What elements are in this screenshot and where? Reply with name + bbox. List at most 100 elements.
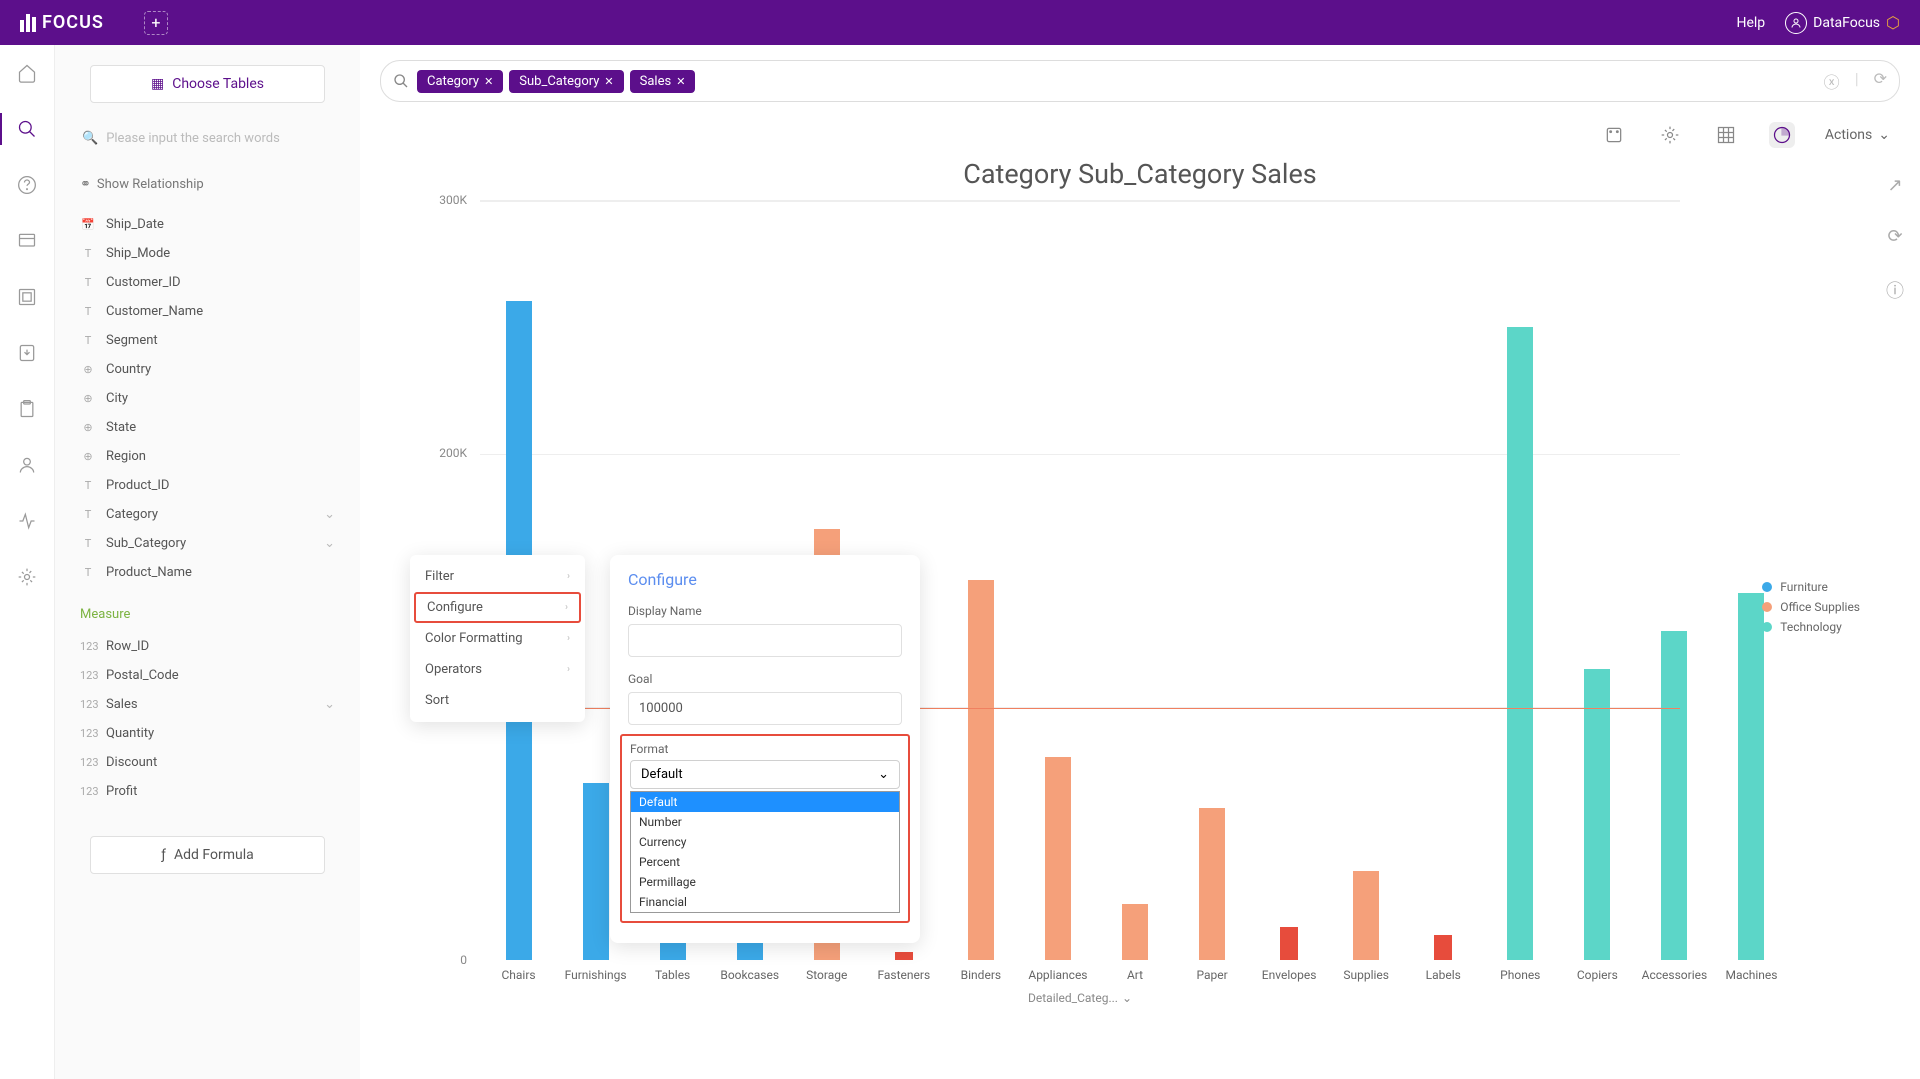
query-search-icon[interactable] bbox=[393, 73, 409, 89]
nav-user-icon[interactable] bbox=[14, 452, 40, 478]
format-selected-value: Default bbox=[641, 767, 683, 782]
field-type-icon: 123 bbox=[80, 785, 96, 798]
field-item[interactable]: TCustomer_Name bbox=[70, 297, 345, 326]
chart-type-icon[interactable] bbox=[1769, 122, 1795, 148]
measure-header: Measure bbox=[70, 597, 345, 632]
bar[interactable] bbox=[1122, 904, 1148, 960]
xtick-label: Appliances bbox=[1028, 968, 1087, 982]
bar[interactable] bbox=[1507, 327, 1533, 960]
field-item[interactable]: TSub_Category⌄ bbox=[70, 529, 345, 558]
refresh-query-icon[interactable]: ⟳ bbox=[1874, 69, 1887, 93]
nav-clipboard-icon[interactable] bbox=[14, 396, 40, 422]
format-option[interactable]: Percent bbox=[631, 852, 899, 872]
pin-icon[interactable] bbox=[1601, 122, 1627, 148]
legend-item[interactable]: Technology bbox=[1762, 620, 1860, 634]
field-item[interactable]: 123Row_ID bbox=[70, 632, 345, 661]
field-item[interactable]: ⊕State bbox=[70, 413, 345, 442]
field-item[interactable]: TSegment bbox=[70, 326, 345, 355]
chevron-down-icon: ⌄ bbox=[878, 767, 889, 782]
format-option[interactable]: Default bbox=[631, 792, 899, 812]
bar[interactable] bbox=[1280, 927, 1298, 960]
field-item[interactable]: 123Postal_Code bbox=[70, 661, 345, 690]
nav-dashboard-icon[interactable] bbox=[14, 228, 40, 254]
close-icon[interactable]: ✕ bbox=[604, 75, 613, 88]
choose-tables-button[interactable]: ▦ Choose Tables bbox=[90, 65, 325, 103]
bar[interactable] bbox=[1199, 808, 1225, 960]
field-item[interactable]: TProduct_Name bbox=[70, 558, 345, 587]
nav-data-icon[interactable] bbox=[14, 284, 40, 310]
nav-home-icon[interactable] bbox=[14, 60, 40, 86]
field-label: Region bbox=[106, 449, 146, 464]
expand-chart-icon[interactable]: ↗ bbox=[1887, 175, 1902, 196]
bar[interactable] bbox=[1353, 871, 1379, 960]
context-menu-item[interactable]: Sort bbox=[410, 685, 585, 716]
field-item[interactable]: ⊕Region bbox=[70, 442, 345, 471]
field-type-icon: 123 bbox=[80, 727, 96, 740]
gear-icon[interactable] bbox=[1657, 122, 1683, 148]
nav-activity-icon[interactable] bbox=[14, 508, 40, 534]
legend-swatch bbox=[1762, 582, 1772, 592]
field-item[interactable]: ⊕City bbox=[70, 384, 345, 413]
nav-search-icon[interactable] bbox=[14, 116, 40, 142]
format-option[interactable]: Permillage bbox=[631, 872, 899, 892]
help-link[interactable]: Help bbox=[1736, 15, 1765, 31]
chart-help-icon[interactable]: ⓘ bbox=[1886, 277, 1904, 303]
field-item[interactable]: 📅Ship_Date bbox=[70, 210, 345, 239]
field-type-icon: T bbox=[80, 276, 96, 289]
format-dropdown: DefaultNumberCurrencyPercentPermillageFi… bbox=[630, 791, 900, 913]
field-item[interactable]: TCategory⌄ bbox=[70, 500, 345, 529]
field-item[interactable]: ⊕Country bbox=[70, 355, 345, 384]
legend-item[interactable]: Furniture bbox=[1762, 580, 1860, 594]
grid-icon[interactable] bbox=[1713, 122, 1739, 148]
field-item[interactable]: 123Profit bbox=[70, 777, 345, 806]
field-label: Customer_Name bbox=[106, 304, 203, 319]
nav-settings-icon[interactable] bbox=[14, 564, 40, 590]
display-name-input[interactable] bbox=[628, 624, 902, 657]
field-item[interactable]: 123Quantity bbox=[70, 719, 345, 748]
close-icon[interactable]: ✕ bbox=[484, 75, 493, 88]
context-menu-item[interactable]: Configure› bbox=[414, 592, 581, 623]
add-tab-button[interactable]: + bbox=[144, 11, 168, 35]
format-option[interactable]: Financial bbox=[631, 892, 899, 912]
bar[interactable] bbox=[1584, 669, 1610, 960]
context-menu-item[interactable]: Filter› bbox=[410, 561, 585, 592]
clear-query-icon[interactable]: ⓧ bbox=[1824, 69, 1840, 93]
nav-download-icon[interactable] bbox=[14, 340, 40, 366]
xaxis-title[interactable]: Detailed_Categ...⌄ bbox=[1028, 991, 1132, 1005]
field-item[interactable]: 123Discount bbox=[70, 748, 345, 777]
bar[interactable] bbox=[1738, 593, 1764, 960]
format-option[interactable]: Number bbox=[631, 812, 899, 832]
bar[interactable] bbox=[968, 580, 994, 960]
sidebar-search[interactable]: 🔍 Please input the search words bbox=[70, 123, 345, 154]
goal-input[interactable] bbox=[628, 692, 902, 725]
bar[interactable] bbox=[1434, 935, 1452, 960]
context-menu-item[interactable]: Operators› bbox=[410, 654, 585, 685]
user-menu[interactable]: DataFocus ⬡ bbox=[1785, 12, 1900, 34]
legend-item[interactable]: Office Supplies bbox=[1762, 600, 1860, 614]
bar[interactable] bbox=[895, 952, 913, 960]
context-menu-item[interactable]: Color Formatting› bbox=[410, 623, 585, 654]
query-bar[interactable]: Category✕Sub_Category✕Sales✕ ⓧ | ⟳ bbox=[380, 60, 1900, 102]
query-pill[interactable]: Category✕ bbox=[417, 70, 503, 93]
field-item[interactable]: TCustomer_ID bbox=[70, 268, 345, 297]
nav-help-icon[interactable] bbox=[14, 172, 40, 198]
close-icon[interactable]: ✕ bbox=[676, 75, 685, 88]
pill-label: Sales bbox=[640, 74, 672, 89]
bar[interactable] bbox=[583, 783, 609, 960]
field-item[interactable]: TProduct_ID bbox=[70, 471, 345, 500]
field-item[interactable]: TShip_Mode bbox=[70, 239, 345, 268]
show-relationship-toggle[interactable]: ⚭ Show Relationship bbox=[70, 169, 345, 200]
field-type-icon: T bbox=[80, 247, 96, 260]
bar[interactable] bbox=[1045, 757, 1071, 960]
format-select[interactable]: Default ⌄ bbox=[630, 760, 900, 789]
refresh-chart-icon[interactable]: ⟳ bbox=[1887, 226, 1902, 247]
bar[interactable] bbox=[1661, 631, 1687, 960]
actions-dropdown[interactable]: Actions ⌄ bbox=[1825, 127, 1890, 143]
format-option[interactable]: Currency bbox=[631, 832, 899, 852]
field-label: Product_Name bbox=[106, 565, 192, 580]
chart-title: Category Sub_Category Sales bbox=[360, 158, 1920, 190]
add-formula-button[interactable]: ƒ Add Formula bbox=[90, 836, 325, 874]
field-item[interactable]: 123Sales⌄ bbox=[70, 690, 345, 719]
query-pill[interactable]: Sub_Category✕ bbox=[509, 70, 623, 93]
query-pill[interactable]: Sales ✕ bbox=[630, 70, 696, 93]
